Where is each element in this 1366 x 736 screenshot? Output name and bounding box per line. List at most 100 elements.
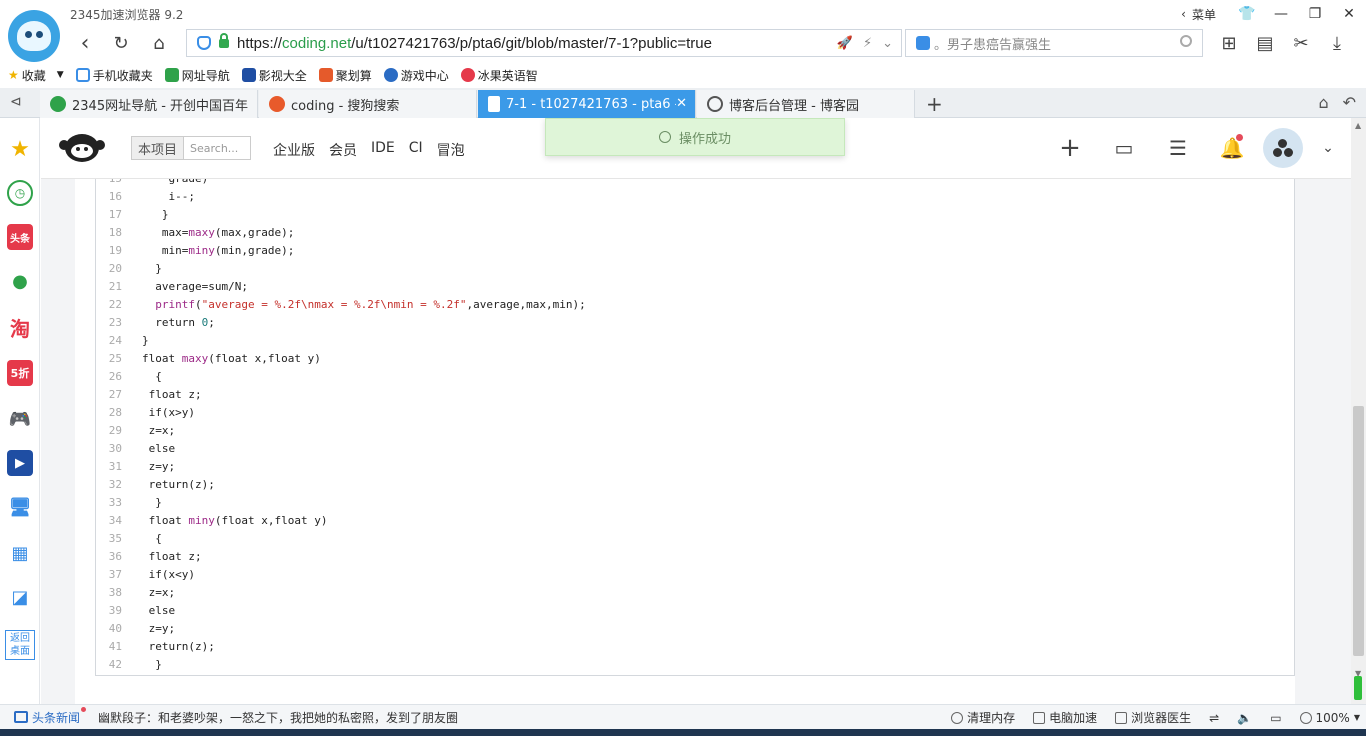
doctor-button[interactable]: 浏览器医生 <box>1115 709 1191 726</box>
tab-sogou[interactable]: coding - 搜狗搜索 <box>259 90 477 118</box>
tab-scroll-left-icon[interactable]: ⊲ <box>10 94 22 110</box>
main-nav: 企业版 会员 IDE CI 冒泡 <box>273 140 465 160</box>
address-bar[interactable]: https://coding.net/u/t1027421763/p/pta6/… <box>186 29 902 57</box>
undo-icon[interactable]: ↶ <box>1343 93 1356 112</box>
code-line: 22 printf("average = %.2f\nmax = %.2f\nm… <box>96 296 1294 314</box>
house-icon <box>164 68 179 82</box>
computer-icon[interactable]: 🖥 <box>7 494 33 520</box>
bookmark-nav[interactable]: 网址导航 <box>164 67 230 84</box>
history-clock-icon[interactable]: ◷ <box>7 180 33 206</box>
line-source: else <box>142 604 176 617</box>
nav-bubble[interactable]: 冒泡 <box>437 140 465 160</box>
success-toast: 操作成功 <box>545 118 845 156</box>
line-number: 23 <box>108 316 122 329</box>
clean-memory-label: 清理内存 <box>967 711 1016 725</box>
back-button[interactable]: ‹ <box>72 30 98 56</box>
screen-icon[interactable]: ▭ <box>1270 711 1281 725</box>
menu-button[interactable]: ‹ 菜单 <box>1181 6 1216 23</box>
tab-coding-active[interactable]: 7-1 - t1027421763 - pta6 - C ✕ <box>478 90 696 118</box>
news-headline[interactable]: 幽默段子：和老婆吵架，一怒之下，我把她的私密照，发到了朋友圈 <box>98 709 458 726</box>
video-icon[interactable]: ▶ <box>7 450 33 476</box>
favicon-icon <box>707 96 723 112</box>
page-icon <box>488 96 500 112</box>
nav-enterprise[interactable]: 企业版 <box>273 140 315 160</box>
project-search-input[interactable]: 本项目 Search... <box>131 136 251 160</box>
lightning-icon[interactable]: ⚡ <box>863 36 872 51</box>
bookmark-video[interactable]: 影视大全 <box>241 67 307 84</box>
scrollbar-thumb[interactable] <box>1353 406 1364 656</box>
bookmark-english[interactable]: 冰果英语智 <box>460 67 538 84</box>
toutiao-icon[interactable]: 头条 <box>7 224 33 250</box>
wechat-icon[interactable]: ● <box>7 268 33 294</box>
download-icon[interactable]: ⤓ <box>1326 30 1348 56</box>
coding-logo-icon[interactable] <box>59 130 105 166</box>
bookmark-label: 聚划算 <box>335 68 372 83</box>
refresh-button[interactable]: ↻ <box>108 30 134 56</box>
add-icon[interactable]: + <box>1043 118 1097 178</box>
tab-2345[interactable]: 2345网址导航 - 开创中国百年 <box>40 90 258 118</box>
code-line: 28 if(x>y) <box>96 404 1294 422</box>
smile-icon <box>658 131 671 143</box>
code-lines: 15 grade)16 i--;17 }18 max=maxy(max,grad… <box>96 179 1294 674</box>
home-button[interactable]: ⌂ <box>146 30 172 56</box>
terminal-icon[interactable]: ▭ <box>1097 118 1151 178</box>
bookmark-label: 手机收藏夹 <box>92 68 153 83</box>
close-tab-icon[interactable]: ✕ <box>676 96 687 111</box>
volume-icon[interactable]: 🔈 <box>1237 711 1252 725</box>
bookmark-favorites[interactable]: ★ 收藏 ▼ <box>8 67 64 84</box>
line-number: 20 <box>108 262 122 275</box>
favorites-star-icon[interactable]: ★ <box>7 136 33 162</box>
bookmark-juhuasuan[interactable]: 聚划算 <box>318 67 372 84</box>
search-scope[interactable]: 本项目 <box>132 137 185 159</box>
discount-icon[interactable]: 5折 <box>7 360 33 386</box>
bookmark-games[interactable]: 游戏中心 <box>383 67 449 84</box>
search-icon[interactable] <box>1180 35 1192 47</box>
skin-icon[interactable]: 👕 <box>1230 0 1264 28</box>
clean-memory-button[interactable]: 清理内存 <box>951 709 1015 726</box>
line-source: { <box>142 370 162 383</box>
scissors-icon[interactable]: ✂ <box>1290 30 1312 56</box>
bookmark-mobile[interactable]: 手机收藏夹 <box>75 67 153 84</box>
bell-icon[interactable]: 🔔 <box>1205 118 1259 178</box>
line-source: { <box>142 532 162 545</box>
chevron-down-icon[interactable]: ⌄ <box>1313 140 1343 156</box>
recent-closed-icon[interactable]: ⌂ <box>1318 93 1328 112</box>
lock-icon <box>219 32 229 48</box>
nav-member[interactable]: 会员 <box>329 140 357 160</box>
code-line: 32 return(z); <box>96 476 1294 494</box>
server-icon[interactable]: ☰ <box>1151 118 1205 178</box>
speedup-button[interactable]: 电脑加速 <box>1033 709 1097 726</box>
gamepad-icon[interactable]: 🎮 <box>7 406 33 432</box>
nav-ide[interactable]: IDE <box>371 140 395 160</box>
search-engine-icon[interactable] <box>916 36 930 50</box>
minimize-button[interactable]: — <box>1264 0 1298 28</box>
eraser-icon[interactable]: ◪ <box>7 584 33 610</box>
bookmark-bar: ★ 收藏 ▼ 手机收藏夹 网址导航 影视大全 聚划算 游戏中心 冰果英语智 <box>0 64 1366 86</box>
calculator-icon[interactable]: ▦ <box>7 540 33 566</box>
maximize-button[interactable]: ❐ <box>1298 0 1332 28</box>
apps-grid-icon[interactable]: ⊞ <box>1218 30 1240 56</box>
avatar[interactable] <box>1263 128 1303 168</box>
page-scrollbar[interactable]: ▲ ▼ <box>1351 118 1366 704</box>
browser-logo-icon[interactable] <box>8 10 60 62</box>
chevron-left-icon: ‹ <box>1181 7 1186 21</box>
taobao-icon[interactable]: 淘 <box>7 314 33 341</box>
tab-cnblogs[interactable]: 博客后台管理 - 博客园 <box>697 90 915 118</box>
search-input[interactable]: 。男子患癌告赢强生 <box>905 29 1203 57</box>
line-number: 38 <box>108 586 122 599</box>
close-window-button[interactable]: ✕ <box>1332 0 1366 28</box>
chevron-down-icon[interactable]: ⌄ <box>882 36 893 51</box>
nav-ci[interactable]: CI <box>409 140 423 160</box>
new-tab-button[interactable]: + <box>926 92 943 116</box>
line-source: max=maxy(max,grade); <box>142 226 295 239</box>
url-host: coding.net <box>282 34 352 52</box>
return-desktop-button[interactable]: 返回 桌面 <box>5 630 35 660</box>
tab-bar: ⊲ 2345网址导航 - 开创中国百年 coding - 搜狗搜索 7-1 - … <box>0 88 1366 118</box>
reader-icon[interactable]: ▤ <box>1254 30 1276 56</box>
network-icon[interactable]: ⇌ <box>1209 711 1219 725</box>
news-button[interactable]: 头条新闻 <box>0 706 87 726</box>
url-text[interactable]: https://coding.net/u/t1027421763/p/pta6/… <box>237 35 712 52</box>
rocket-icon[interactable]: 🚀 <box>837 36 853 51</box>
zoom-control[interactable]: 100% ▼ <box>1299 711 1360 725</box>
scroll-up-icon[interactable]: ▲ <box>1355 121 1361 130</box>
